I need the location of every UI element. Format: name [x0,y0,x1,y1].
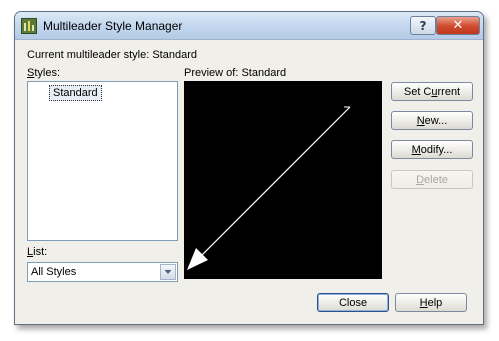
set-current-button[interactable]: Set Cu rrent [391,82,473,101]
app-icon [21,18,37,34]
multileader-style-manager-dialog: Multileader Style Manager ? ✕ Current mu… [14,11,484,325]
list-filter-value: All Styles [31,266,77,278]
modify-button[interactable]: Modify... [391,140,473,159]
leader-arrowhead [187,248,208,270]
close-button[interactable]: Close [317,293,389,312]
question-icon: ? [419,18,427,33]
styles-list[interactable]: Standard [27,81,178,241]
list-label: List: [27,246,48,258]
leader-preview-drawing [187,106,351,270]
title-bar[interactable]: Multileader Style Manager ? ✕ [15,12,483,40]
window-title: Multileader Style Manager [43,19,183,33]
chevron-down-icon[interactable] [160,264,176,280]
close-icon: ✕ [452,18,464,33]
style-preview [184,81,382,279]
list-item[interactable]: Standard [49,85,102,101]
styles-label: Styles: [27,67,61,79]
current-style-label: Current multileader style: Standard [27,49,197,61]
preview-label: Preview of: Standard [184,67,287,79]
help-title-button[interactable]: ? [410,16,436,35]
help-button[interactable]: Help [395,293,467,312]
new-button[interactable]: New... [391,111,473,130]
close-title-button[interactable]: ✕ [436,16,480,35]
delete-button[interactable]: Delete [391,170,473,189]
list-filter-select[interactable]: All Styles [27,262,178,282]
